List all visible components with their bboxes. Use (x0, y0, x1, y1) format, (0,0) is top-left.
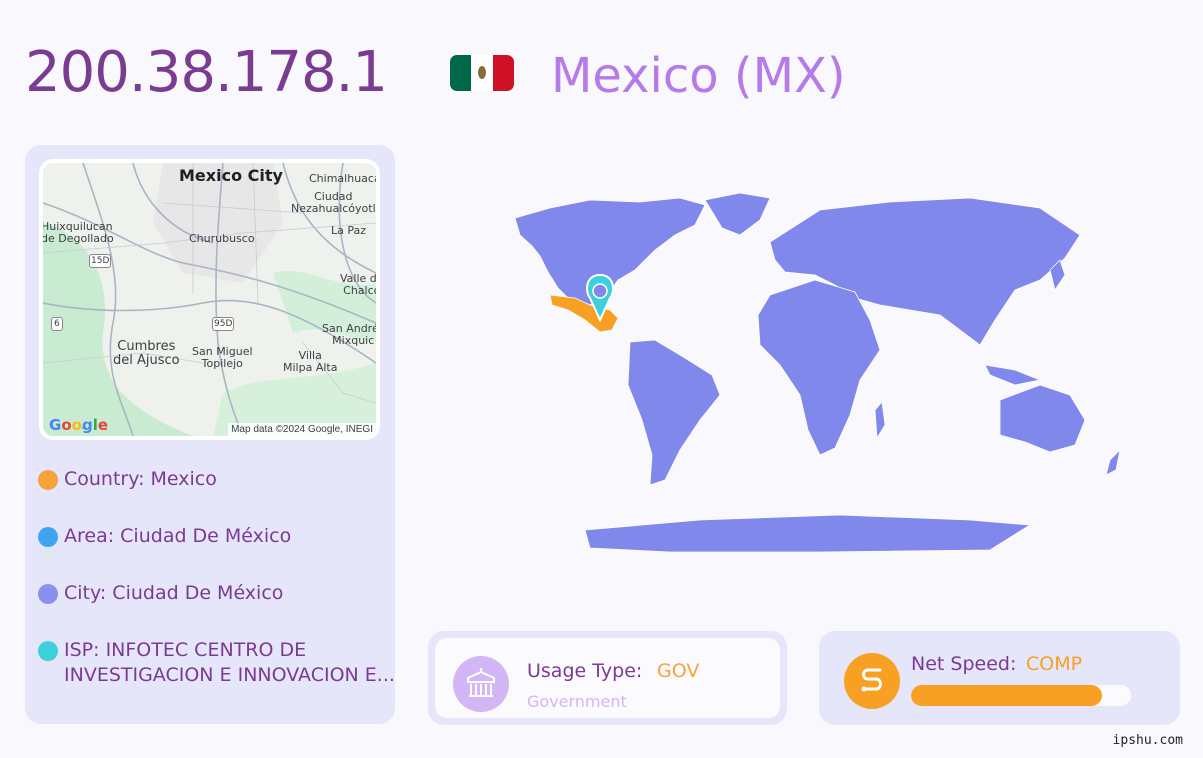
info-area: Area: Ciudad De México (38, 524, 291, 549)
australia-shape (999, 384, 1086, 453)
south-america-shape (627, 339, 721, 486)
road-badge-6: 6 (51, 317, 63, 331)
google-logo: Google (49, 416, 109, 434)
isp-dot-icon (38, 641, 58, 661)
map-label-villa-milpa: Villa Milpa Alta (283, 349, 338, 374)
usage-type-description: Government (527, 692, 627, 711)
info-country: Country: Mexico (38, 467, 217, 492)
map-label-la-paz: La Paz (331, 224, 367, 237)
info-isp: ISP: INFOTEC CENTRO DE INVESTIGACION E I… (38, 638, 400, 688)
indonesia-shape (984, 364, 1042, 386)
net-speed-label: Net Speed: (911, 653, 1017, 675)
map-label-ciudad-neza: Ciudad Nezahualcóyotl (291, 190, 376, 215)
map-label-chimalhuacan: Chimalhuacá (309, 172, 376, 185)
info-isp-text: ISP: INFOTEC CENTRO DE INVESTIGACION E I… (64, 639, 395, 686)
antarctica-shape (584, 514, 1032, 553)
map-label-mexico-city: Mexico City (179, 166, 283, 185)
net-speed-card: Net Speed: COMP (819, 631, 1180, 725)
speed-road-icon (844, 653, 900, 709)
country-dot-icon (38, 470, 58, 490)
africa-shape (757, 279, 881, 456)
usage-type-card: Usage Type: GOV Government (428, 631, 787, 725)
map-label-san-andres: San Andrés Mixquic (322, 322, 376, 347)
map-label-churubusco: Churubusco (189, 232, 255, 245)
new-zealand-shape (1105, 448, 1121, 476)
info-city-text: City: Ciudad De México (64, 582, 284, 604)
greenland-shape (704, 192, 771, 236)
net-speed-value: COMP (1026, 653, 1083, 675)
country-title: Mexico (MX) (551, 48, 846, 104)
map-attribution: Map data ©2024 Google, INEGI (228, 423, 376, 436)
mexico-flag-icon (450, 55, 514, 91)
usage-type-label: Usage Type: (527, 660, 643, 682)
map-label-valle-chalco: Valle de Chalco (340, 272, 376, 297)
road-badge-15d: 15D (89, 254, 112, 268)
road-badge-95d: 95D (212, 317, 235, 331)
madagascar-shape (874, 401, 886, 440)
map-label-cumbres: Cumbres del Ajusco (113, 339, 180, 368)
footer-brand[interactable]: ipshu.com (1113, 733, 1183, 748)
location-map[interactable]: Mexico City Chimalhuacá Ciudad Nezahualc… (39, 159, 380, 440)
area-dot-icon (38, 527, 58, 547)
usage-type-value: GOV (657, 660, 700, 682)
location-card: Mexico City Chimalhuacá Ciudad Nezahualc… (25, 145, 395, 724)
net-speed-bar (911, 685, 1131, 706)
government-building-icon (453, 656, 509, 712)
info-country-text: Country: Mexico (64, 468, 217, 490)
map-label-san-miguel: San Miguel Topilejo (192, 345, 253, 370)
info-area-text: Area: Ciudad De México (64, 525, 292, 547)
world-map (514, 192, 1121, 553)
city-dot-icon (38, 584, 58, 604)
map-label-huixquilucan: Huixquilucan de Degollado (43, 220, 114, 245)
info-city: City: Ciudad De México (38, 581, 283, 606)
ip-address: 200.38.178.1 (25, 40, 388, 105)
net-speed-bar-fill (911, 685, 1103, 706)
